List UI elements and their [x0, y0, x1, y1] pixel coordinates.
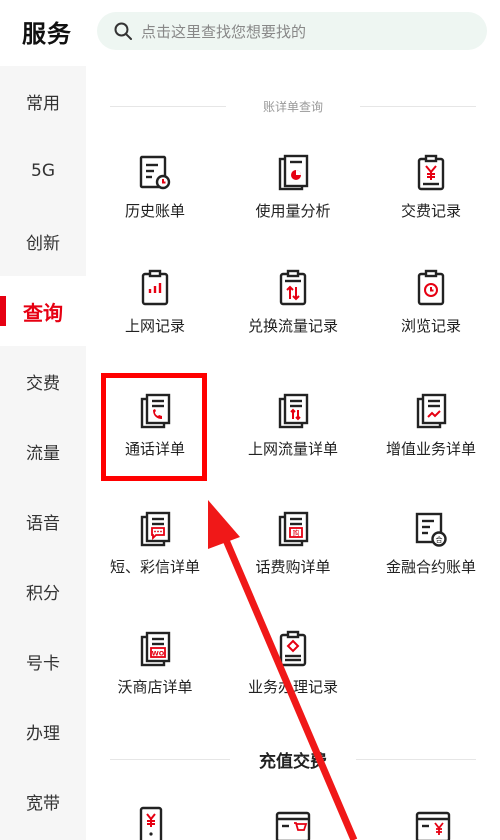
- item-service-record[interactable]: 业务办理记录: [224, 630, 362, 714]
- search-icon: [114, 22, 132, 40]
- page-title: 服务: [22, 20, 72, 48]
- sidebar-item-banli[interactable]: 办理: [0, 696, 86, 766]
- finance-contract-icon: 合: [415, 512, 447, 547]
- internet-record-icon: [141, 269, 169, 306]
- data-detail-icon: [278, 393, 309, 429]
- svg-text:合: 合: [436, 535, 443, 544]
- divider: [356, 759, 476, 760]
- svg-text:WO: WO: [152, 650, 165, 658]
- sidebar-item-yuyin[interactable]: 语音: [0, 486, 86, 556]
- item-label: 历史账单: [124, 202, 185, 220]
- item-sms-detail[interactable]: 短、彩信详单: [86, 510, 224, 594]
- payment-record-icon: [417, 154, 445, 191]
- header: 服务 点击这里查找您想要找的: [0, 0, 500, 66]
- item-label: 短、彩信详单: [109, 558, 200, 576]
- sidebar-item-jiaofei[interactable]: 交费: [0, 346, 86, 416]
- item-history-bill[interactable]: 历史账单: [86, 154, 224, 238]
- sidebar-item-changyong[interactable]: 常用: [0, 66, 86, 136]
- item-browse-record[interactable]: 浏览记录: [362, 269, 500, 353]
- value-added-icon: [416, 393, 447, 429]
- item-label: 兑换流量记录: [247, 317, 338, 335]
- phone-recharge-icon[interactable]: [134, 806, 168, 840]
- item-value-added[interactable]: 增值业务详单: [362, 392, 500, 476]
- item-label: 交费记录: [400, 202, 461, 220]
- item-usage-analysis[interactable]: 使用量分析: [224, 154, 362, 238]
- usage-analysis-icon: [278, 154, 309, 191]
- sidebar-item-liuliang[interactable]: 流量: [0, 416, 86, 486]
- item-label: 浏览记录: [400, 317, 461, 335]
- highlight-box: [101, 373, 207, 481]
- divider: [360, 106, 476, 107]
- item-label: 话费购详单: [255, 558, 331, 576]
- wo-store-icon: WO: [140, 631, 171, 667]
- sidebar-item-kuandai[interactable]: 宽带: [0, 766, 86, 836]
- item-internet-record[interactable]: 上网记录: [86, 269, 224, 353]
- item-label: 业务办理记录: [247, 678, 338, 696]
- item-wo-store[interactable]: WO 沃商店详单: [86, 630, 224, 714]
- item-purchase-detail[interactable]: 购 话费购详单: [224, 510, 362, 594]
- search-placeholder: 点击这里查找您想要找的: [141, 23, 307, 41]
- sidebar-item-5g[interactable]: 5G: [0, 136, 86, 206]
- item-data-detail[interactable]: 上网流量详单: [224, 392, 362, 476]
- svg-text:购: 购: [293, 529, 300, 538]
- sidebar-item-chuangxin[interactable]: 创新: [0, 206, 86, 276]
- sidebar-item-haoka[interactable]: 号卡: [0, 626, 86, 696]
- item-label: 沃商店详单: [117, 678, 193, 696]
- item-label: 使用量分析: [255, 202, 331, 220]
- purchase-detail-icon: 购: [278, 511, 309, 547]
- card-yen-icon[interactable]: [414, 810, 452, 840]
- search-input[interactable]: 点击这里查找您想要找的: [97, 12, 487, 50]
- item-label: 金融合约账单: [385, 558, 476, 576]
- bill-history-icon: [139, 155, 171, 190]
- sidebar-item-jifen[interactable]: 积分: [0, 556, 86, 626]
- item-label: 增值业务详单: [385, 440, 476, 458]
- item-label: 上网记录: [124, 317, 185, 335]
- item-label: 上网流量详单: [247, 440, 338, 458]
- sms-detail-icon: [140, 511, 171, 547]
- browse-record-icon: [417, 269, 445, 306]
- data-exchange-icon: [279, 269, 307, 306]
- sidebar-item-chaxun[interactable]: 查询: [0, 276, 86, 346]
- service-record-icon: [279, 630, 307, 667]
- item-payment-record[interactable]: 交费记录: [362, 154, 500, 238]
- card-cart-icon[interactable]: [274, 810, 312, 840]
- item-finance-contract[interactable]: 合 金融合约账单: [362, 510, 500, 594]
- item-data-exchange[interactable]: 兑换流量记录: [224, 269, 362, 353]
- sidebar: 常用 5G 创新 查询 交费 流量 语音 积分 号卡 办理 宽带: [0, 66, 86, 840]
